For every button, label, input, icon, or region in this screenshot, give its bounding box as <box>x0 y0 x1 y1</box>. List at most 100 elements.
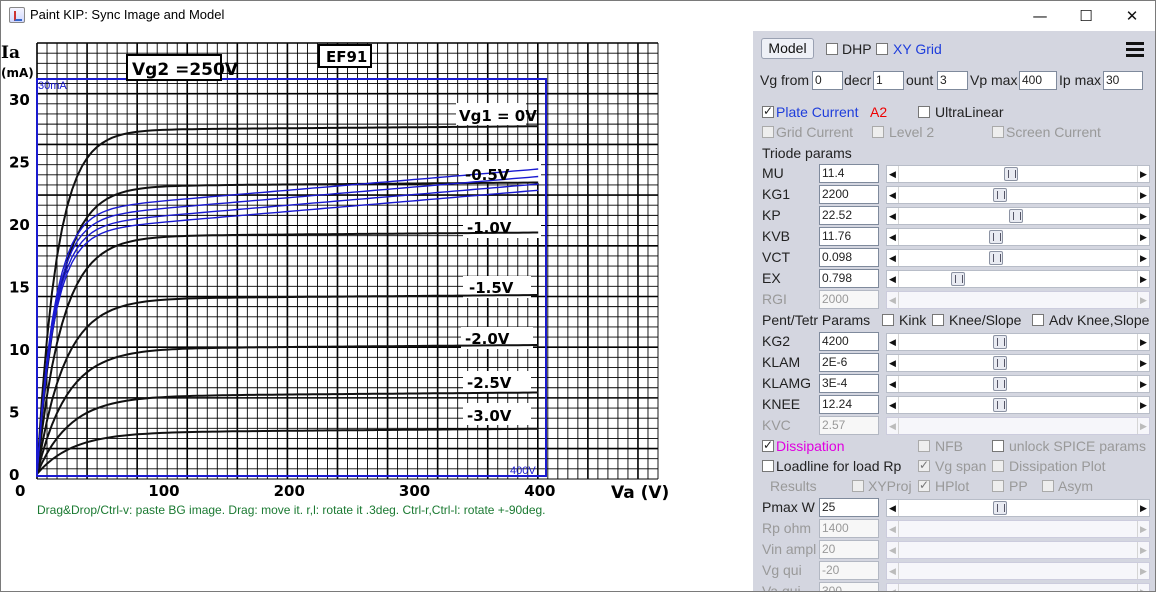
slider-thumb[interactable] <box>993 356 1007 370</box>
unlock-spice-checkbox[interactable] <box>992 440 1004 452</box>
param-slider-pmax-w[interactable]: ◀ ▶ <box>886 499 1150 517</box>
param-slider-vg-qui[interactable]: ◀ ▶ <box>886 562 1150 580</box>
slider-right-arrow-icon[interactable]: ▶ <box>1137 376 1149 392</box>
param-field-knee[interactable]: 12.24 <box>819 395 879 414</box>
slider-left-arrow-icon[interactable]: ◀ <box>887 418 899 434</box>
slider-thumb[interactable] <box>951 272 965 286</box>
slider-left-arrow-icon[interactable]: ◀ <box>887 355 899 371</box>
kink-checkbox[interactable] <box>882 314 894 326</box>
param-field-klam[interactable]: 2E-6 <box>819 353 879 372</box>
param-slider-rgi[interactable]: ◀ ▶ <box>886 291 1150 309</box>
param-slider-vin-ampl[interactable]: ◀ ▶ <box>886 541 1150 559</box>
slider-right-arrow-icon[interactable]: ▶ <box>1137 521 1149 537</box>
param-slider-kg1[interactable]: ◀ ▶ <box>886 186 1150 204</box>
dhp-checkbox[interactable] <box>826 43 838 55</box>
slider-right-arrow-icon[interactable]: ▶ <box>1137 166 1149 182</box>
param-slider-vct[interactable]: ◀ ▶ <box>886 249 1150 267</box>
vp-max-field[interactable]: 400 <box>1019 71 1057 90</box>
param-field-kvb[interactable]: 11.76 <box>819 227 879 246</box>
slider-left-arrow-icon[interactable]: ◀ <box>887 208 899 224</box>
vg-span-checkbox[interactable] <box>918 458 930 472</box>
param-field-ex[interactable]: 0.798 <box>819 269 879 288</box>
screen-current-checkbox[interactable] <box>992 126 1004 138</box>
xyproj-checkbox[interactable] <box>852 480 864 492</box>
model-button[interactable]: Model <box>761 38 814 59</box>
param-field-kvc[interactable]: 2.57 <box>819 416 879 435</box>
slider-right-arrow-icon[interactable]: ▶ <box>1137 334 1149 350</box>
slider-left-arrow-icon[interactable]: ◀ <box>887 271 899 287</box>
param-slider-mu[interactable]: ◀ ▶ <box>886 165 1150 183</box>
param-slider-kvb[interactable]: ◀ ▶ <box>886 228 1150 246</box>
asym-checkbox[interactable] <box>1042 480 1054 492</box>
knee-slope-checkbox[interactable] <box>932 314 944 326</box>
param-slider-klam[interactable]: ◀ ▶ <box>886 354 1150 372</box>
param-slider-klamg[interactable]: ◀ ▶ <box>886 375 1150 393</box>
param-slider-va-qui[interactable]: ◀ ▶ <box>886 583 1150 591</box>
param-field-vin-ampl[interactable]: 20 <box>819 540 879 559</box>
slider-left-arrow-icon[interactable]: ◀ <box>887 334 899 350</box>
slider-thumb[interactable] <box>1009 209 1023 223</box>
param-field-pmax-w[interactable]: 25 <box>819 498 879 517</box>
param-field-va-qui[interactable]: 300 <box>819 582 879 591</box>
xy-grid-checkbox[interactable] <box>876 43 888 55</box>
slider-thumb[interactable] <box>993 501 1007 515</box>
minimize-button[interactable]: — <box>1017 1 1063 31</box>
loadline-checkbox[interactable] <box>762 460 774 472</box>
slider-thumb[interactable] <box>993 335 1007 349</box>
ultralinear-checkbox[interactable] <box>918 106 930 118</box>
slider-left-arrow-icon[interactable]: ◀ <box>887 229 899 245</box>
slider-left-arrow-icon[interactable]: ◀ <box>887 292 899 308</box>
param-slider-kg2[interactable]: ◀ ▶ <box>886 333 1150 351</box>
plate-current-checkbox[interactable] <box>762 104 774 118</box>
slider-left-arrow-icon[interactable]: ◀ <box>887 166 899 182</box>
slider-thumb[interactable] <box>993 377 1007 391</box>
slider-left-arrow-icon[interactable]: ◀ <box>887 397 899 413</box>
param-field-rp-ohm[interactable]: 1400 <box>819 519 879 538</box>
slider-thumb[interactable] <box>989 230 1003 244</box>
slider-thumb[interactable] <box>993 398 1007 412</box>
slider-left-arrow-icon[interactable]: ◀ <box>887 521 899 537</box>
hplot-checkbox[interactable] <box>918 478 930 492</box>
slider-thumb[interactable] <box>993 188 1007 202</box>
param-field-kg1[interactable]: 2200 <box>819 185 879 204</box>
param-slider-kvc[interactable]: ◀ ▶ <box>886 417 1150 435</box>
slider-left-arrow-icon[interactable]: ◀ <box>887 376 899 392</box>
grid-current-checkbox[interactable] <box>762 126 774 138</box>
param-slider-knee[interactable]: ◀ ▶ <box>886 396 1150 414</box>
slider-thumb[interactable] <box>989 251 1003 265</box>
slider-left-arrow-icon[interactable]: ◀ <box>887 500 899 516</box>
slider-left-arrow-icon[interactable]: ◀ <box>887 250 899 266</box>
slider-left-arrow-icon[interactable]: ◀ <box>887 542 899 558</box>
slider-right-arrow-icon[interactable]: ▶ <box>1137 542 1149 558</box>
level2-checkbox[interactable] <box>872 126 884 138</box>
datasheet-image[interactable]: 30mA 400V Vg2 =250V EF91 Ia (mA) Va (V) … <box>1 31 749 501</box>
slider-right-arrow-icon[interactable]: ▶ <box>1137 500 1149 516</box>
vg-from-field[interactable]: 0 <box>812 71 843 90</box>
slider-right-arrow-icon[interactable]: ▶ <box>1137 250 1149 266</box>
param-field-vct[interactable]: 0.098 <box>819 248 879 267</box>
param-slider-kp[interactable]: ◀ ▶ <box>886 207 1150 225</box>
slider-right-arrow-icon[interactable]: ▶ <box>1137 563 1149 579</box>
slider-right-arrow-icon[interactable]: ▶ <box>1137 271 1149 287</box>
close-button[interactable]: ✕ <box>1109 1 1155 31</box>
param-field-vg-qui[interactable]: -20 <box>819 561 879 580</box>
pp-checkbox[interactable] <box>992 480 1004 492</box>
menu-icon[interactable] <box>1124 39 1146 61</box>
slider-right-arrow-icon[interactable]: ▶ <box>1137 229 1149 245</box>
dissipation-checkbox[interactable] <box>762 438 774 452</box>
slider-right-arrow-icon[interactable]: ▶ <box>1137 584 1149 591</box>
dissipation-plot-checkbox[interactable] <box>992 460 1004 472</box>
slider-left-arrow-icon[interactable]: ◀ <box>887 187 899 203</box>
slider-right-arrow-icon[interactable]: ▶ <box>1137 355 1149 371</box>
count-field[interactable]: 3 <box>937 71 968 90</box>
param-slider-ex[interactable]: ◀ ▶ <box>886 270 1150 288</box>
adv-knee-slope-checkbox[interactable] <box>1032 314 1044 326</box>
slider-left-arrow-icon[interactable]: ◀ <box>887 563 899 579</box>
decr-field[interactable]: 1 <box>873 71 904 90</box>
param-field-klamg[interactable]: 3E-4 <box>819 374 879 393</box>
nfb-checkbox[interactable] <box>918 440 930 452</box>
slider-right-arrow-icon[interactable]: ▶ <box>1137 187 1149 203</box>
ip-max-field[interactable]: 30 <box>1103 71 1143 90</box>
slider-right-arrow-icon[interactable]: ▶ <box>1137 397 1149 413</box>
slider-thumb[interactable] <box>1004 167 1018 181</box>
